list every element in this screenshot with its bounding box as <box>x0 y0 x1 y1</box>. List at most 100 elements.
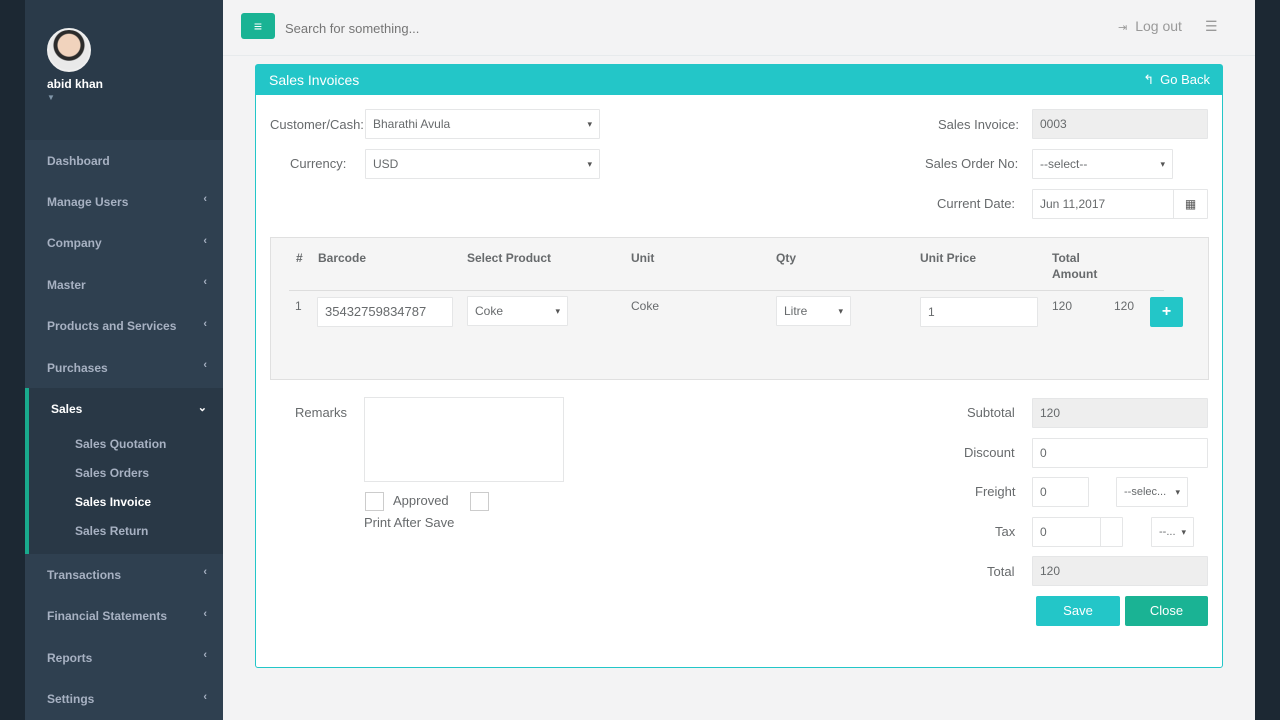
sidebar-item-label: Products and Services <box>47 319 177 334</box>
row-number: 1 <box>295 299 302 313</box>
chevron-left-icon: ‹ <box>203 649 207 662</box>
sidebar-item-transactions[interactable]: Transactions ‹ <box>25 554 223 595</box>
column-header-select-product: Select Product <box>467 251 552 265</box>
sidebar-item-label: Sales <box>51 401 83 416</box>
sidebar-item-dashboard[interactable]: Dashboard <box>25 140 223 181</box>
header-divider <box>289 290 1164 291</box>
sales-invoice-panel: Sales Invoices ↰ Go Back Customer/Cash: B… <box>255 64 1223 668</box>
sidebar-item-sales[interactable]: Sales ⌄ <box>29 388 223 429</box>
go-back-label: Go Back <box>1160 72 1210 87</box>
sidebar-item-label: Transactions <box>47 568 122 583</box>
save-button[interactable]: Save <box>1036 596 1120 626</box>
search-input[interactable] <box>285 18 585 38</box>
sidebar-item-settings[interactable]: Settings ‹ <box>25 679 223 720</box>
customer-select[interactable]: Bharathi Avula <box>365 109 600 139</box>
column-header-amount: Amount <box>1052 267 1098 281</box>
unit-value: Coke <box>631 299 660 313</box>
list-icon[interactable]: ☰ <box>1205 18 1218 35</box>
sidebar-item-label: Settings <box>47 692 95 707</box>
sidebar-item-master[interactable]: Master ‹ <box>25 264 223 305</box>
sidebar-item-manage-users[interactable]: Manage Users ‹ <box>25 181 223 222</box>
logout-link[interactable]: ⇥ Log out <box>1118 18 1182 34</box>
sidebar-item-purchases[interactable]: Purchases ‹ <box>25 347 223 388</box>
profile-caret-icon[interactable]: ▼ <box>47 93 223 102</box>
current-date-value: Jun 11,2017 <box>1040 197 1106 211</box>
tax-addon <box>1100 518 1122 546</box>
sidebar-item-reports[interactable]: Reports ‹ <box>25 637 223 678</box>
chevron-left-icon: ‹ <box>203 276 207 289</box>
chevron-left-icon: ‹ <box>203 234 207 247</box>
approved-checkbox[interactable] <box>365 492 384 511</box>
sidebar-subitem-sales-return[interactable]: Sales Return <box>29 516 223 545</box>
sales-invoice-field[interactable]: 0003 <box>1032 109 1208 139</box>
reply-icon: ↰ <box>1143 72 1155 87</box>
chevron-left-icon: ‹ <box>203 607 207 620</box>
chevron-left-icon: ‹ <box>203 690 207 703</box>
calendar-icon[interactable]: ▦ <box>1173 190 1207 218</box>
discount-field[interactable]: 0 <box>1032 438 1208 468</box>
qty-unit-select[interactable]: Litre <box>776 296 851 326</box>
sidebar-item-company[interactable]: Company ‹ <box>25 223 223 264</box>
subtotal-field[interactable]: 120 <box>1032 398 1208 428</box>
approved-label: Approved <box>393 493 449 508</box>
chevron-left-icon: ‹ <box>203 358 207 371</box>
chevron-left-icon: ‹ <box>203 566 207 579</box>
remarks-textarea[interactable] <box>364 397 564 482</box>
chevron-left-icon: ‹ <box>203 317 207 330</box>
product-select[interactable]: Coke <box>467 296 568 326</box>
subtotal-label: Subtotal <box>967 405 1015 420</box>
tax-select[interactable]: --... <box>1151 517 1194 547</box>
sidebar-item-financial-statements[interactable]: Financial Statements ‹ <box>25 596 223 637</box>
column-header-barcode: Barcode <box>318 251 367 265</box>
chevron-left-icon: ‹ <box>203 193 207 206</box>
total-field[interactable]: 120 <box>1032 556 1208 586</box>
sales-order-select[interactable]: --select-- <box>1032 149 1173 179</box>
column-header-unit: Unit <box>631 251 655 265</box>
go-back-link[interactable]: ↰ Go Back <box>1143 65 1210 95</box>
column-header-number: # <box>296 251 303 265</box>
sidebar-item-label: Purchases <box>47 360 108 375</box>
profile-block: abid khan ▼ <box>25 0 223 140</box>
sidebar-subitem-sales-orders[interactable]: Sales Orders <box>29 458 223 487</box>
column-header-total: Total <box>1052 251 1080 265</box>
close-button[interactable]: Close <box>1125 596 1208 626</box>
sidebar-item-label: Manage Users <box>47 195 129 210</box>
sidebar-group-sales: Sales ⌄ Sales Quotation Sales Orders Sale… <box>25 388 223 555</box>
sales-order-label: Sales Order No: <box>925 156 1019 171</box>
freight-select[interactable]: --selec... <box>1116 477 1188 507</box>
total-amount-value: 120 <box>1114 299 1135 313</box>
freight-field[interactable]: 0 <box>1032 477 1089 507</box>
avatar[interactable] <box>47 28 91 72</box>
profile-name[interactable]: abid khan <box>47 77 223 91</box>
sidebar-item-label: Dashboard <box>47 153 110 168</box>
add-row-button[interactable]: + <box>1150 297 1183 327</box>
currency-select[interactable]: USD <box>365 149 600 179</box>
sidebar-item-products-services[interactable]: Products and Services ‹ <box>25 306 223 347</box>
print-after-save-label: Print After Save <box>364 515 455 530</box>
sidebar-subitem-sales-invoice[interactable]: Sales Invoice <box>29 487 223 516</box>
total-label: Total <box>987 564 1015 579</box>
discount-label: Discount <box>964 445 1015 460</box>
customer-label: Customer/Cash: <box>270 117 364 132</box>
unit-price-value: 120 <box>1052 299 1073 313</box>
column-header-qty: Qty <box>776 251 797 265</box>
sidebar-item-label: Master <box>47 277 86 292</box>
panel-header: Sales Invoices ↰ Go Back <box>256 65 1222 95</box>
tax-value: 0 <box>1040 525 1047 539</box>
current-date-label: Current Date: <box>937 196 1016 211</box>
sign-out-icon: ⇥ <box>1118 22 1128 34</box>
sidebar-subitem-sales-quotation[interactable]: Sales Quotation <box>29 429 223 458</box>
left-frame <box>0 0 25 720</box>
barcode-input[interactable]: 35432759834787 <box>317 297 453 327</box>
freight-label: Freight <box>975 484 1016 499</box>
print-after-save-checkbox[interactable] <box>470 492 489 511</box>
sidebar-item-label: Company <box>47 236 102 251</box>
qty-input[interactable]: 1 <box>920 297 1038 327</box>
menu-toggle-button[interactable]: ≡ <box>241 13 275 39</box>
sales-invoice-label: Sales Invoice: <box>938 117 1019 132</box>
page-title: Sales Invoices <box>269 72 360 88</box>
logout-label: Log out <box>1135 18 1182 34</box>
currency-label: Currency: <box>290 156 347 171</box>
tax-field[interactable]: 0 <box>1032 517 1123 547</box>
current-date-field[interactable]: Jun 11,2017 ▦ <box>1032 189 1208 219</box>
